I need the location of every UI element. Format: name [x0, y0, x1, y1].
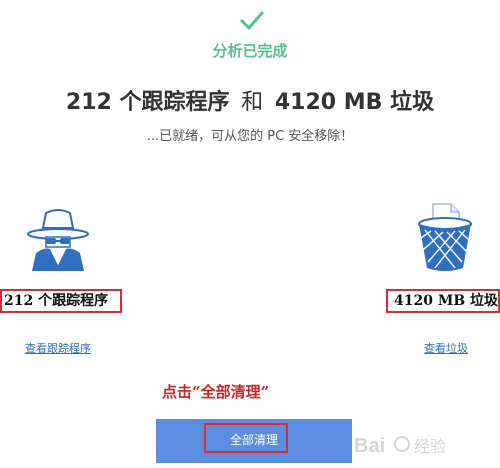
summary-junk: 4120 MB 垃圾 [274, 90, 435, 115]
spy-icon [27, 209, 89, 271]
summary-subtitle: ...已就绪，可从您的 PC 安全移除！ [146, 129, 354, 144]
scan-result-page: 分析已完成 212 个跟踪程序 和 4120 MB 垃圾 ...已就绪，可从您的… [0, 0, 500, 468]
svg-text:经验: 经验 [414, 437, 446, 456]
checkmark-icon [240, 11, 264, 30]
tracker-count-label: 212 个跟踪程序 [0, 289, 122, 313]
junk-size-label: 4120 MB 垃圾 [386, 289, 500, 313]
trash-bin-icon [418, 203, 472, 271]
svg-text:Bai: Bai [354, 435, 385, 457]
click-annotation: 点击“全部清理” [162, 383, 270, 401]
summary-trackers: 212 个跟踪程序 [65, 90, 230, 115]
analysis-status: 分析已完成 [212, 42, 288, 60]
view-junk-link[interactable]: 查看垃圾 [424, 340, 468, 356]
summary-headline: 212 个跟踪程序 和 4120 MB 垃圾 [0, 84, 500, 116]
view-trackers-link[interactable]: 查看跟踪程序 [25, 340, 91, 356]
summary-joiner: 和 [241, 90, 264, 115]
clean-all-button[interactable]: 全部清理 [156, 419, 352, 463]
baidu-watermark-logo: Bai 经验 [354, 435, 446, 457]
clean-all-label: 全部清理 [229, 433, 278, 447]
